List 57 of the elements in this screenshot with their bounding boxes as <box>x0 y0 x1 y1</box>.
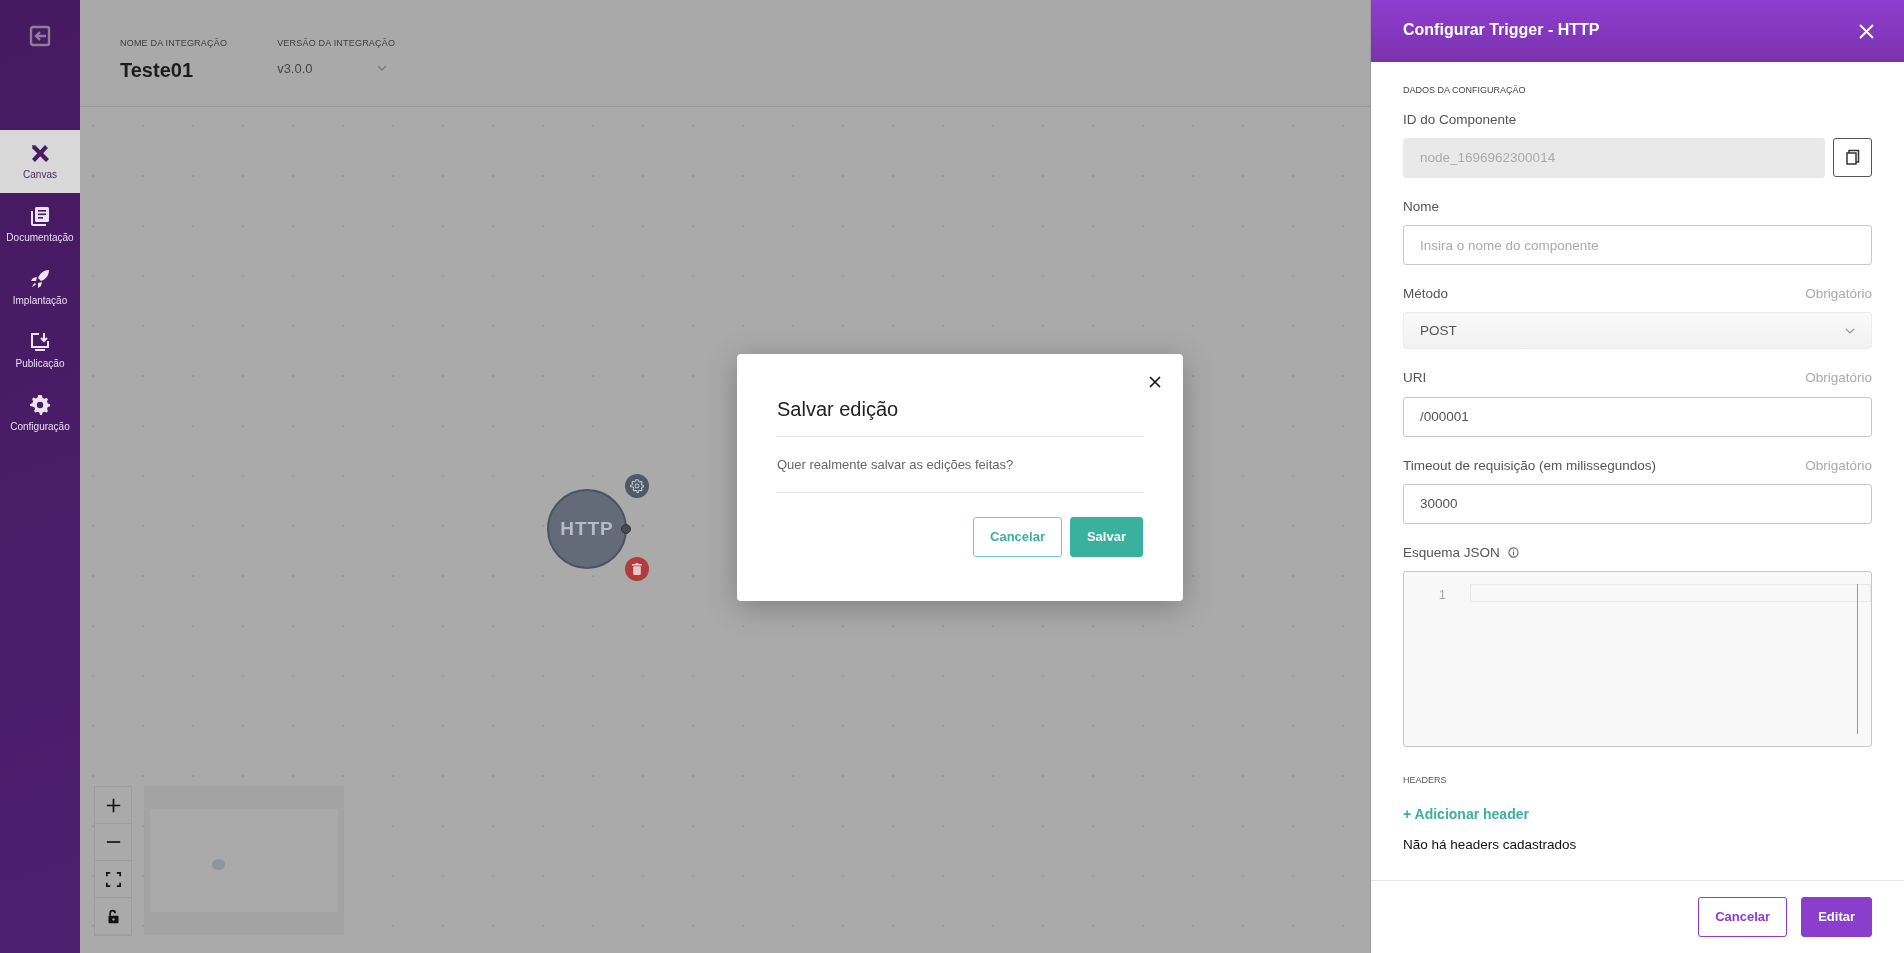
field-label: Método <box>1403 285 1449 303</box>
sidebar-item[interactable]: Publicação <box>0 319 80 382</box>
sidebar-label: Implantação <box>12 293 68 308</box>
copy-button[interactable] <box>1833 137 1872 177</box>
field-label: Timeout de requisição (em milissegundos) <box>1403 456 1657 475</box>
version-select[interactable]: v3.0.0 <box>277 58 388 78</box>
close-icon <box>1149 376 1161 388</box>
sidebar-label: Documentação <box>6 230 74 245</box>
sidebar-label: Publicação <box>15 356 65 371</box>
monitor-download-icon <box>29 330 51 353</box>
minimap-node <box>212 859 225 870</box>
dialog-title: Salvar edição <box>777 394 1143 437</box>
chevron-down-icon <box>377 65 388 72</box>
input-field[interactable]: 30000 <box>1403 483 1872 524</box>
required-hint: Obrigatório <box>1805 285 1872 303</box>
sidebar-item[interactable]: Canvas <box>0 130 80 193</box>
field-label: ID do Componente <box>1403 110 1517 129</box>
exit-icon[interactable] <box>29 25 51 47</box>
chevron-down-icon <box>1845 327 1855 334</box>
trash-icon <box>632 563 642 575</box>
field-label: URI <box>1403 369 1427 388</box>
sidebar-item[interactable]: Implantação <box>0 256 80 319</box>
field-label: Nome <box>1403 197 1439 216</box>
line-number: 1 <box>1437 586 1446 604</box>
node-delete-button[interactable] <box>625 557 649 581</box>
input-field[interactable]: /000001 <box>1403 396 1872 437</box>
info-icon[interactable] <box>1507 547 1519 559</box>
sidebar-item[interactable]: Configuração <box>0 382 80 445</box>
integration-name: Teste01 <box>120 57 194 83</box>
required-hint: Obrigatório <box>1805 456 1872 475</box>
rocket-icon <box>29 267 51 290</box>
document-stack-icon <box>29 204 51 227</box>
gear-icon <box>29 393 51 416</box>
dialog-message: Quer realmente salvar as edições feitas? <box>777 437 1143 493</box>
section-title: HEADERS <box>1403 774 1448 787</box>
section-title: DADOS DA CONFIGURAÇÃO <box>1403 84 1527 97</box>
copy-icon <box>1845 149 1860 166</box>
cancel-button[interactable]: Cancelar <box>1698 897 1788 937</box>
sidebar-label: Configuração <box>10 419 70 434</box>
sidebar-item[interactable]: Documentação <box>0 193 80 256</box>
connection-port[interactable] <box>621 524 631 534</box>
gear-icon <box>630 479 644 493</box>
close-icon <box>1859 24 1874 40</box>
plus-icon <box>105 797 121 813</box>
fullscreen-icon <box>105 871 121 887</box>
minus-icon <box>105 841 121 843</box>
field-label: Esquema JSON <box>1403 543 1500 562</box>
field-label: NOME DA INTEGRAÇÃO <box>120 37 228 50</box>
panel-title: Configurar Trigger - HTTP <box>1403 20 1600 40</box>
node-settings-button[interactable] <box>625 474 649 498</box>
sidebar-label: Canvas <box>23 167 57 182</box>
required-hint: Obrigatório <box>1805 369 1872 388</box>
select-field[interactable]: POST <box>1403 312 1872 350</box>
field-label: VERSÃO DA INTEGRAÇÃO <box>277 37 396 50</box>
edit-button[interactable]: Editar <box>1801 897 1872 937</box>
input-field[interactable]: Insira o nome do componente <box>1403 225 1872 265</box>
empty-message: Não há headers cadastrados <box>1403 835 1578 854</box>
